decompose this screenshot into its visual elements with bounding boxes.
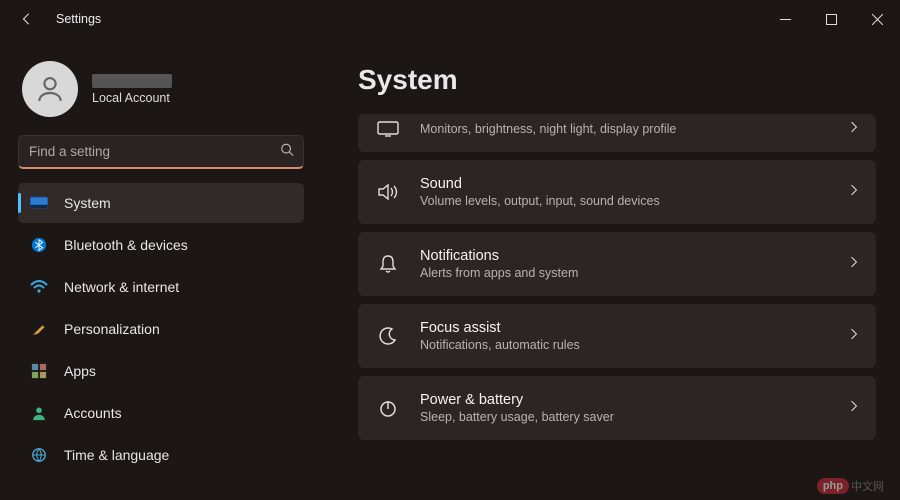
sidebar-item-bluetooth[interactable]: Bluetooth & devices <box>18 225 304 265</box>
globe-icon <box>30 446 48 464</box>
sidebar-item-label: Apps <box>64 363 96 379</box>
moon-icon <box>376 326 400 346</box>
chevron-right-icon <box>850 183 858 201</box>
watermark: php 中文网 <box>817 478 884 494</box>
card-subtitle: Sleep, battery usage, battery saver <box>420 410 830 424</box>
sound-icon <box>376 183 400 201</box>
watermark-text: 中文网 <box>851 478 884 494</box>
search-icon <box>280 143 294 162</box>
maximize-button[interactable] <box>808 0 854 38</box>
window-title: Settings <box>56 12 101 26</box>
titlebar: Settings <box>0 0 900 38</box>
person-icon <box>30 404 48 422</box>
sidebar-item-personalization[interactable]: Personalization <box>18 309 304 349</box>
chevron-right-icon <box>850 327 858 345</box>
sidebar-item-time-language[interactable]: Time & language <box>18 435 304 475</box>
chevron-right-icon <box>850 255 858 273</box>
card-notifications[interactable]: Notifications Alerts from apps and syste… <box>358 232 876 296</box>
search-input[interactable] <box>18 135 304 169</box>
back-button[interactable] <box>20 12 42 26</box>
paintbrush-icon <box>30 320 48 338</box>
search-box[interactable] <box>18 135 304 169</box>
card-power-battery[interactable]: Power & battery Sleep, battery usage, ba… <box>358 376 876 440</box>
minimize-button[interactable] <box>762 0 808 38</box>
sidebar-item-system[interactable]: System <box>18 183 304 223</box>
system-icon <box>30 194 48 212</box>
card-focus-assist[interactable]: Focus assist Notifications, automatic ru… <box>358 304 876 368</box>
sidebar-item-label: System <box>64 195 111 211</box>
power-icon <box>376 398 400 418</box>
sidebar: Local Account System Bluetooth & devices <box>0 38 320 500</box>
sidebar-item-label: Time & language <box>64 447 169 463</box>
account-type: Local Account <box>92 91 172 105</box>
card-subtitle: Alerts from apps and system <box>420 266 830 280</box>
page-title: System <box>358 64 876 96</box>
user-name-redacted <box>92 74 172 88</box>
watermark-badge: php <box>817 478 849 494</box>
user-account[interactable]: Local Account <box>18 53 304 135</box>
sidebar-item-network[interactable]: Network & internet <box>18 267 304 307</box>
main-panel: System Monitors, brightness, night light… <box>320 38 900 500</box>
sidebar-item-accounts[interactable]: Accounts <box>18 393 304 433</box>
card-subtitle: Notifications, automatic rules <box>420 338 830 352</box>
nav-list: System Bluetooth & devices Network & int… <box>18 183 304 475</box>
sidebar-item-label: Bluetooth & devices <box>64 237 188 253</box>
bell-icon <box>376 254 400 274</box>
sidebar-item-label: Personalization <box>64 321 160 337</box>
card-title: Power & battery <box>420 392 830 408</box>
card-title: Notifications <box>420 248 830 264</box>
card-title: Sound <box>420 176 830 192</box>
card-sound[interactable]: Sound Volume levels, output, input, soun… <box>358 160 876 224</box>
close-button[interactable] <box>854 0 900 38</box>
card-display[interactable]: Monitors, brightness, night light, displ… <box>358 114 876 152</box>
chevron-right-icon <box>850 120 858 138</box>
wifi-icon <box>30 278 48 296</box>
card-subtitle: Monitors, brightness, night light, displ… <box>420 122 830 136</box>
chevron-right-icon <box>850 399 858 417</box>
apps-icon <box>30 362 48 380</box>
card-title: Focus assist <box>420 320 830 336</box>
sidebar-item-apps[interactable]: Apps <box>18 351 304 391</box>
sidebar-item-label: Network & internet <box>64 279 179 295</box>
sidebar-item-label: Accounts <box>64 405 122 421</box>
display-icon <box>376 121 400 137</box>
card-subtitle: Volume levels, output, input, sound devi… <box>420 194 830 208</box>
bluetooth-icon <box>30 236 48 254</box>
avatar <box>22 61 78 117</box>
